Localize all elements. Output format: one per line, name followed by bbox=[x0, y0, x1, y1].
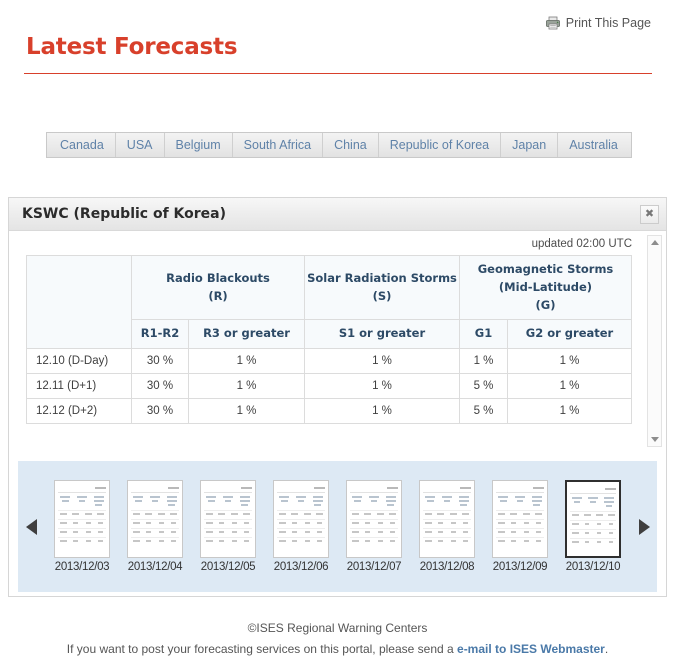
tab-australia[interactable]: Australia bbox=[558, 133, 629, 157]
table-group-header-row: Radio Blackouts (R) Solar Radiation Storms… bbox=[26, 254, 633, 350]
table-day-label: 12.10 (D-Day) bbox=[26, 348, 132, 375]
tab-belgium[interactable]: Belgium bbox=[165, 133, 233, 157]
thumbnail-date-label: 2013/12/10 bbox=[565, 561, 621, 573]
table-day-label: 12.11 (D+1) bbox=[26, 373, 132, 400]
title-divider bbox=[24, 73, 652, 74]
footer-note: If you want to post your forecasting ser… bbox=[0, 639, 675, 660]
thumbnail-date-label: 2013/12/08 bbox=[419, 561, 475, 573]
forecast-table-wrap: Radio Blackouts (R) Solar Radiation Storms… bbox=[9, 254, 666, 425]
page-title: Latest Forecasts bbox=[26, 34, 238, 60]
thumbnail-item[interactable]: 2013/12/10 bbox=[557, 480, 629, 573]
tab-china[interactable]: China bbox=[323, 133, 379, 157]
table-cell: 1 % bbox=[304, 348, 460, 375]
webmaster-email-link[interactable]: e-mail to ISES Webmaster bbox=[457, 642, 605, 656]
table-cell: 1 % bbox=[506, 373, 633, 400]
thumbnail-item[interactable]: 2013/12/07 bbox=[338, 480, 410, 573]
group-header-line: Geomagnetic Storms bbox=[477, 262, 614, 276]
thumbnail-date-label: 2013/12/07 bbox=[346, 561, 402, 573]
table-cell: 1 % bbox=[304, 398, 460, 425]
carousel-prev-arrow-icon[interactable] bbox=[18, 518, 44, 535]
group-header-line: Solar Radiation Storms bbox=[307, 270, 457, 285]
thumbnail-date-label: 2013/12/09 bbox=[492, 561, 548, 573]
table-cell: 5 % bbox=[459, 373, 508, 400]
printer-icon bbox=[545, 16, 560, 30]
table-cell: 30 % bbox=[131, 373, 189, 400]
table-sub-header: G1 bbox=[459, 319, 508, 350]
table-cell: 1 % bbox=[459, 348, 508, 375]
thumbnail-preview-image bbox=[565, 480, 621, 558]
forecast-scroll-region: updated 02:00 UTC Radio Blackouts (R) Sola… bbox=[9, 231, 666, 452]
table-sub-header: R3 or greater bbox=[188, 319, 305, 350]
close-icon[interactable]: ✖ bbox=[640, 204, 659, 224]
table-corner-cell bbox=[26, 254, 132, 350]
table-row: 12.12 (D+2) 30 % 1 % 1 % 5 % 1 % bbox=[26, 398, 633, 425]
table-cell: 1 % bbox=[188, 398, 305, 425]
footer-note-suffix: . bbox=[604, 642, 609, 656]
table-cell: 30 % bbox=[131, 348, 189, 375]
table-cell: 30 % bbox=[131, 398, 189, 425]
tab-canada[interactable]: Canada bbox=[49, 133, 116, 157]
thumbnail-preview-image bbox=[54, 480, 110, 558]
table-group-header: Radio Blackouts (R) bbox=[131, 254, 305, 321]
table-sub-header: S1 or greater bbox=[304, 319, 460, 350]
tab-usa[interactable]: USA bbox=[116, 133, 165, 157]
footer-note-prefix: If you want to post your forecasting ser… bbox=[66, 642, 458, 656]
print-this-page-link[interactable]: Print This Page bbox=[545, 16, 651, 30]
thumbnail-preview-image bbox=[273, 480, 329, 558]
thumbnail-date-label: 2013/12/03 bbox=[54, 561, 110, 573]
page-footer: ©ISES Regional Warning Centers If you wa… bbox=[0, 618, 675, 660]
tab-south-africa[interactable]: South Africa bbox=[233, 133, 324, 157]
thumbnail-preview-image bbox=[492, 480, 548, 558]
vertical-scrollbar[interactable] bbox=[647, 235, 662, 447]
thumbnail-preview-image bbox=[346, 480, 402, 558]
table-cell: 1 % bbox=[506, 398, 633, 425]
panel-title: KSWC (Republic of Korea) bbox=[22, 206, 227, 222]
forecast-panel: KSWC (Republic of Korea) ✖ updated 02:00… bbox=[8, 197, 667, 597]
print-label: Print This Page bbox=[565, 16, 651, 30]
thumbnail-preview-image bbox=[127, 480, 183, 558]
table-day-label: 12.12 (D+2) bbox=[26, 398, 132, 425]
group-header-line: (G) bbox=[535, 297, 556, 312]
table-cell: 1 % bbox=[304, 373, 460, 400]
updated-timestamp: updated 02:00 UTC bbox=[531, 238, 632, 250]
tab-republic-of-korea[interactable]: Republic of Korea bbox=[379, 133, 502, 157]
thumbnail-item[interactable]: 2013/12/04 bbox=[119, 480, 191, 573]
copyright-text: ©ISES Regional Warning Centers bbox=[247, 621, 428, 635]
group-header-line: (Mid-Latitude) bbox=[498, 279, 593, 294]
scroll-up-arrow-icon[interactable] bbox=[648, 236, 661, 249]
thumbnail-date-label: 2013/12/06 bbox=[273, 561, 329, 573]
thumbnail-item[interactable]: 2013/12/09 bbox=[484, 480, 556, 573]
thumbnail-item[interactable]: 2013/12/05 bbox=[192, 480, 264, 573]
scroll-down-arrow-icon[interactable] bbox=[648, 433, 661, 446]
table-group-header: Solar Radiation Storms (S) bbox=[304, 254, 460, 321]
country-tab-bar: Canada USA Belgium South Africa China Republi… bbox=[46, 132, 632, 158]
thumbnail-preview-image bbox=[419, 480, 475, 558]
thumbnail-item[interactable]: 2013/12/03 bbox=[46, 480, 118, 573]
thumbnail-carousel: 2013/12/03 2013/12/04 2013/12/05 2013/12/06… bbox=[18, 461, 657, 592]
thumbnail-list: 2013/12/03 2013/12/04 2013/12/05 2013/12/06… bbox=[44, 480, 631, 573]
thumbnail-item[interactable]: 2013/12/06 bbox=[265, 480, 337, 573]
table-cell: 5 % bbox=[459, 398, 508, 425]
group-header-line: Radio Blackouts bbox=[166, 270, 270, 285]
thumbnail-date-label: 2013/12/04 bbox=[127, 561, 183, 573]
group-header-line: (R) bbox=[208, 288, 228, 303]
group-header-line: (S) bbox=[372, 288, 392, 303]
thumbnail-date-label: 2013/12/05 bbox=[200, 561, 256, 573]
carousel-next-arrow-icon[interactable] bbox=[631, 518, 657, 535]
thumbnail-item[interactable]: 2013/12/08 bbox=[411, 480, 483, 573]
table-sub-header: G2 or greater bbox=[506, 319, 633, 350]
forecast-table: Radio Blackouts (R) Solar Radiation Storms… bbox=[26, 254, 633, 425]
table-cell: 1 % bbox=[506, 348, 633, 375]
table-group-header: Geomagnetic Storms (Mid-Latitude) (G) bbox=[458, 254, 633, 321]
table-cell: 1 % bbox=[188, 348, 305, 375]
thumbnail-preview-image bbox=[200, 480, 256, 558]
table-cell: 1 % bbox=[188, 373, 305, 400]
table-row: 12.10 (D-Day) 30 % 1 % 1 % 1 % 1 % bbox=[26, 348, 633, 375]
table-row: 12.11 (D+1) 30 % 1 % 1 % 5 % 1 % bbox=[26, 373, 633, 400]
tab-japan[interactable]: Japan bbox=[501, 133, 559, 157]
table-sub-header: R1-R2 bbox=[131, 319, 189, 350]
panel-header: KSWC (Republic of Korea) ✖ bbox=[9, 198, 666, 231]
